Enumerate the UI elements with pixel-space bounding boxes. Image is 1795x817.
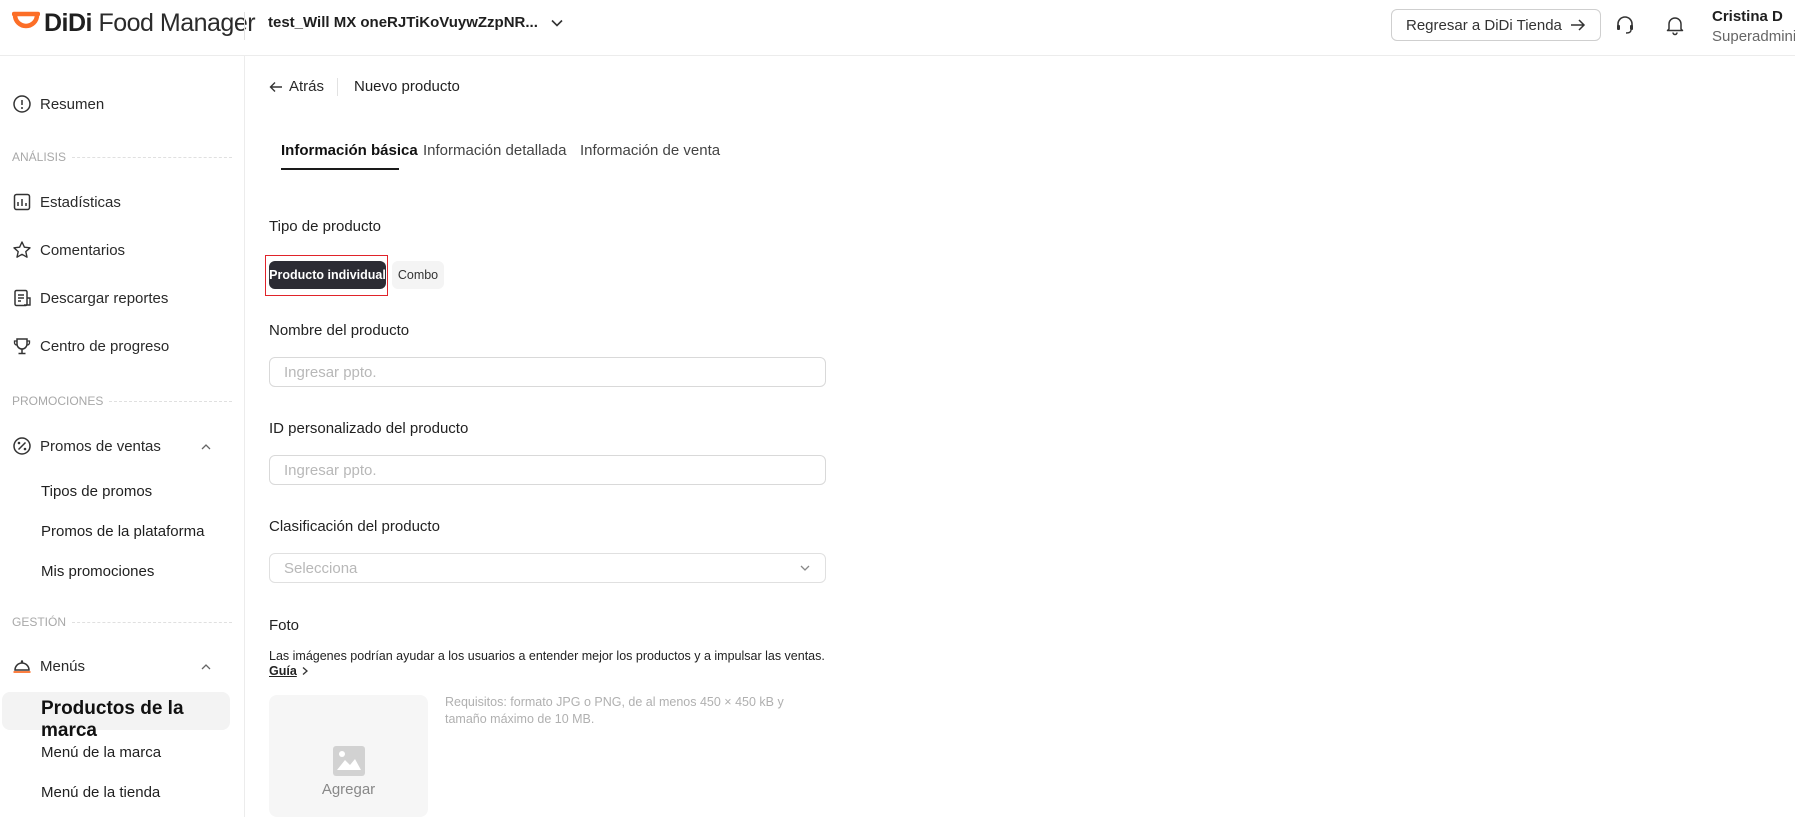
custom-id-label: ID personalizado del producto [269,420,469,437]
back-to-store-button[interactable]: Regresar a DiDi Tienda [1391,9,1601,41]
didi-food-manager-logo[interactable]: DiDi Food Manager [12,8,256,38]
tab-detailed-info[interactable]: Información detallada [423,142,566,159]
headset-support-icon[interactable] [1614,14,1636,36]
sidebar-item-reports[interactable]: Descargar reportes [12,288,168,308]
sidebar-item-label: Resumen [40,95,105,113]
bell-icon[interactable] [1664,14,1686,36]
product-type-combo-button[interactable]: Combo [392,261,444,289]
custom-id-input[interactable] [269,455,826,485]
star-icon [12,240,32,260]
tab-sales-info[interactable]: Información de venta [580,142,720,159]
back-to-store-label: Regresar a DiDi Tienda [1406,16,1562,34]
classification-placeholder: Selecciona [284,559,358,577]
sidebar-item-label: Menús [40,657,86,675]
product-type-individual-button[interactable]: Producto individual [269,261,386,289]
photo-upload-button[interactable]: Agregar [269,695,428,817]
sidebar-item-label: Promos de ventas [40,437,161,455]
guide-label: Guía [269,664,297,678]
discount-icon [12,436,32,456]
chevron-right-icon [302,667,308,675]
chart-icon [12,192,32,212]
sidebar-item-label: Comentarios [40,241,126,259]
classification-select[interactable]: Selecciona [269,553,826,583]
active-tab-indicator [281,168,399,170]
sidebar-item-comments[interactable]: Comentarios [12,240,125,260]
cloche-icon [12,656,32,676]
header-divider [244,12,245,40]
user-role: Superadmini [1712,28,1795,45]
image-placeholder-icon [333,746,365,776]
sidebar-item-summary[interactable]: Resumen [12,94,104,114]
breadcrumb-divider [337,78,338,96]
page-title: Nuevo producto [354,78,460,95]
user-name: Cristina D [1712,8,1783,25]
photo-description: Las imágenes podrían ayudar a los usuari… [269,649,825,663]
chevron-down-icon [551,19,563,27]
sidebar-item-label: Centro de progreso [40,337,170,355]
classification-label: Clasificación del producto [269,518,440,535]
sidebar-item-label: Descargar reportes [40,289,169,307]
photo-label: Foto [269,617,300,634]
user-profile[interactable]: Cristina D Superadmini [1712,7,1795,47]
trophy-icon [12,336,32,356]
sidebar-item-sales-promos[interactable]: Promos de ventas [12,436,161,456]
document-download-icon [12,288,32,308]
back-link[interactable]: Atrás [269,78,324,95]
sidebar-item-promo-types[interactable]: Tipos de promos [41,483,152,500]
sidebar: Resumen ANÁLISIS Estadísticas Comentario… [0,56,245,817]
sidebar-item-label: Estadísticas [40,193,121,211]
arrow-right-icon [1570,19,1585,31]
sidebar-item-store-menu[interactable]: Menú de la tienda [41,784,160,801]
sidebar-item-my-promos[interactable]: Mis promociones [41,563,154,580]
main-content: Atrás Nuevo producto Información básica … [245,56,1795,817]
home-icon [12,94,32,114]
store-name: test_Will MX oneRJTiKoVuywZzpNR... [268,14,538,31]
sidebar-item-progress[interactable]: Centro de progreso [12,336,169,356]
sidebar-item-brand-products[interactable]: Productos de la marca [2,692,230,741]
photo-requirements: Requisitos: formato JPG o PNG, de al men… [445,695,784,726]
top-bar: DiDi Food Manager test_Will MX oneRJTiKo… [0,0,1795,56]
logo-text: DiDi Food Manager [44,8,256,37]
arrow-left-icon [269,81,282,92]
chevron-down-icon [800,565,810,571]
section-management: GESTIÓN [12,615,232,629]
back-label: Atrás [289,78,325,95]
sidebar-item-platform-promos[interactable]: Promos de la plataforma [41,523,204,540]
sidebar-item-label: Productos de la marca [41,698,184,741]
product-name-label: Nombre del producto [269,322,410,339]
section-analysis: ANÁLISIS [12,150,232,164]
store-selector[interactable]: test_Will MX oneRJTiKoVuywZzpNR... [268,14,564,31]
upload-label: Agregar [321,781,376,798]
section-promotions: PROMOCIONES [12,394,232,408]
sidebar-item-brand-menu[interactable]: Menú de la marca [41,744,161,761]
product-type-label: Tipo de producto [269,218,382,235]
chevron-up-icon[interactable] [200,441,212,453]
sidebar-item-menus[interactable]: Menús [12,656,85,676]
product-name-input[interactable] [269,357,826,387]
didi-logo-icon [12,11,40,29]
guide-link[interactable]: Guía [269,664,310,678]
tab-basic-info[interactable]: Información básica [281,142,418,159]
chevron-up-icon[interactable] [200,661,212,673]
sidebar-item-stats[interactable]: Estadísticas [12,192,121,212]
